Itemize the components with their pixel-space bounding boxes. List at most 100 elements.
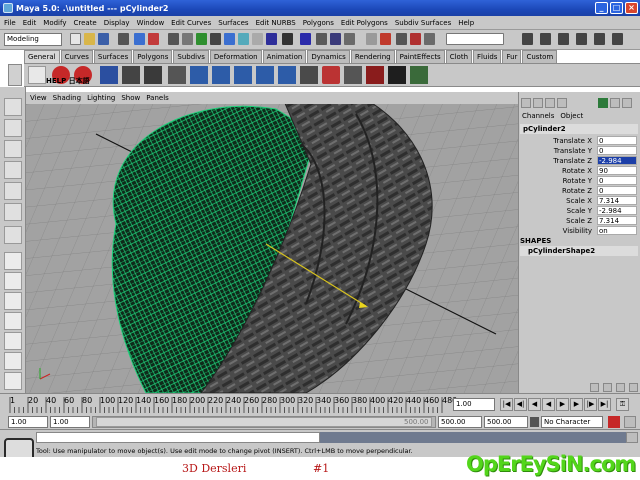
play-forwards-icon[interactable]: ▶	[556, 398, 569, 411]
menu-subdiv-surfaces[interactable]: Subdiv Surfaces	[395, 19, 451, 27]
shape-node-name[interactable]: pCylinderShape2	[520, 246, 638, 256]
play-backwards-icon[interactable]: ◀	[542, 398, 555, 411]
display-icon[interactable]	[610, 98, 620, 108]
select-misc-icon[interactable]	[266, 33, 277, 45]
tool-settings-icon[interactable]	[540, 33, 551, 45]
range-handle[interactable]	[96, 417, 432, 427]
rotate-tool-icon[interactable]	[4, 161, 22, 179]
menu-surfaces[interactable]: Surfaces	[218, 19, 248, 27]
select-by-hierarchy-icon[interactable]	[118, 33, 129, 45]
hypergraph-icon[interactable]	[612, 33, 623, 45]
ipr-render-icon[interactable]	[410, 33, 421, 45]
tab-painteffects[interactable]: PaintEffects	[395, 50, 445, 63]
shelf-cylinder-icon[interactable]	[234, 66, 252, 84]
layer-editor-icon[interactable]	[576, 33, 587, 45]
menu-create[interactable]: Create	[73, 19, 96, 27]
attribute-value[interactable]: 7.314	[597, 196, 637, 205]
select-tool-icon[interactable]	[4, 98, 22, 116]
object-name[interactable]: pCylinder2	[520, 124, 638, 134]
shelf-camera-icon[interactable]	[300, 66, 318, 84]
layer-down-icon[interactable]	[616, 383, 625, 392]
select-dynamic-icon[interactable]	[238, 33, 249, 45]
menu-display[interactable]: Display	[104, 19, 130, 27]
show-manipulator-icon[interactable]	[4, 226, 22, 244]
layout-persp-outliner-icon[interactable]	[4, 312, 22, 330]
layer-new-icon[interactable]	[590, 383, 599, 392]
key-icon[interactable]: ⚿	[616, 398, 629, 411]
tab-fluids[interactable]: Fluids	[473, 50, 502, 63]
attribute-row[interactable]: Translate Y 0	[520, 146, 638, 156]
minimize-button[interactable]: _	[595, 2, 608, 14]
lock-selection-icon[interactable]	[282, 33, 293, 45]
go-to-end-icon[interactable]: ▶|	[598, 398, 611, 411]
perspective-viewport[interactable]	[26, 104, 518, 393]
select-object-icon[interactable]	[134, 33, 145, 45]
shelf-menu-icon[interactable]	[8, 64, 22, 86]
tab-general[interactable]: General	[24, 50, 60, 63]
channel-box-mode-icon[interactable]	[521, 98, 531, 108]
shelf-tool-icon[interactable]	[122, 66, 140, 84]
go-to-start-icon[interactable]: |◀	[500, 398, 513, 411]
tab-polygons[interactable]: Polygons	[133, 50, 173, 63]
attribute-value[interactable]: 0	[597, 176, 637, 185]
tab-deformation[interactable]: Deformation	[209, 50, 262, 63]
attribute-value[interactable]: 0	[597, 186, 637, 195]
attribute-row[interactable]: Visibility on	[520, 226, 638, 236]
attribute-row[interactable]: Scale X 7.314	[520, 196, 638, 206]
select-curve-icon[interactable]	[196, 33, 207, 45]
tab-fur[interactable]: Fur	[502, 50, 522, 63]
select-joint-icon[interactable]	[182, 33, 193, 45]
tab-curves[interactable]: Curves	[60, 50, 93, 63]
shelf-blue-icon[interactable]	[100, 66, 118, 84]
snap-grid-icon[interactable]	[300, 33, 311, 45]
menu-edit-curves[interactable]: Edit Curves	[171, 19, 211, 27]
attribute-value[interactable]: -2.984	[597, 206, 637, 215]
render-current-frame-icon[interactable]	[396, 33, 407, 45]
layout-single-icon[interactable]	[4, 252, 22, 270]
channels-menu[interactable]: Channels	[522, 112, 554, 120]
attribute-value[interactable]: -2.984	[597, 156, 637, 165]
step-forward-key-icon[interactable]: ▶	[570, 398, 583, 411]
shelf-cube-icon[interactable]	[212, 66, 230, 84]
attribute-value[interactable]: 0	[597, 136, 637, 145]
select-component-icon[interactable]	[148, 33, 159, 45]
layout-hypershade-icon[interactable]	[4, 352, 22, 370]
object-menu[interactable]: Object	[560, 112, 583, 120]
attribute-value[interactable]: on	[597, 226, 637, 235]
mel-command-input[interactable]	[36, 432, 320, 443]
render-globals-icon[interactable]	[424, 33, 435, 45]
attribute-value[interactable]: 90	[597, 166, 637, 175]
attribute-row[interactable]: Rotate Y 0	[520, 176, 638, 186]
menu-edit-nurbs[interactable]: Edit NURBS	[256, 19, 296, 27]
scale-tool-icon[interactable]	[4, 182, 22, 200]
shelf-render-icon[interactable]	[344, 66, 362, 84]
layer-options-icon[interactable]	[629, 383, 638, 392]
snap-point-icon[interactable]	[330, 33, 341, 45]
auto-key-icon[interactable]	[608, 416, 620, 428]
tab-rendering[interactable]: Rendering	[350, 50, 395, 63]
shelf-ipr-icon[interactable]	[366, 66, 384, 84]
open-scene-icon[interactable]	[84, 33, 95, 45]
animation-start-field[interactable]: 1.00	[8, 416, 48, 428]
layout-persp-graph-icon[interactable]	[4, 332, 22, 350]
maximize-button[interactable]: □	[610, 2, 623, 14]
panel-menu-panels[interactable]: Panels	[146, 94, 169, 102]
split-view-icon[interactable]	[557, 98, 567, 108]
menu-window[interactable]: Window	[137, 19, 165, 27]
tab-cloth[interactable]: Cloth	[445, 50, 473, 63]
select-deformation-icon[interactable]	[224, 33, 235, 45]
animation-end-field[interactable]: 500.00	[484, 416, 528, 428]
menu-modify[interactable]: Modify	[43, 19, 66, 27]
universal-manipulator-icon[interactable]	[4, 203, 22, 221]
layout-custom-icon[interactable]	[4, 372, 22, 390]
step-back-frame-icon[interactable]: ◀|	[514, 398, 527, 411]
tab-dynamics[interactable]: Dynamics	[307, 50, 350, 63]
shelf-curve-icon[interactable]	[168, 66, 186, 84]
character-set-dropdown[interactable]: No Character Set	[541, 416, 603, 436]
shelf-plane-icon[interactable]	[278, 66, 296, 84]
layout-two-icon[interactable]	[4, 292, 22, 310]
attribute-value[interactable]: 0	[597, 146, 637, 155]
input-output-icon[interactable]	[366, 33, 377, 45]
menu-set-dropdown[interactable]: Modeling	[4, 33, 62, 46]
attribute-row[interactable]: Translate Z -2.984	[520, 156, 638, 166]
